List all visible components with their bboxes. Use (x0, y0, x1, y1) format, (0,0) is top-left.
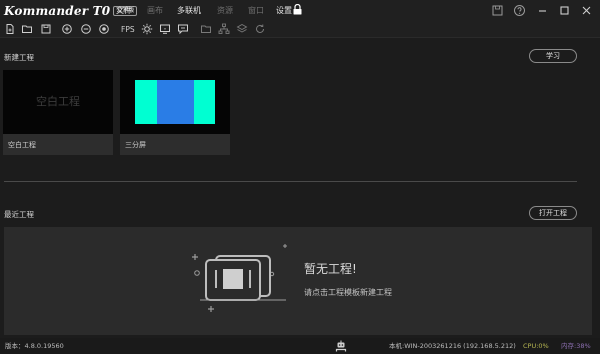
three-split-preview (135, 80, 215, 124)
template-card-blank[interactable]: 空白工程 空白工程 (3, 70, 113, 155)
menu-settings[interactable]: 设置 (276, 0, 292, 22)
empty-projects-illustration (192, 244, 287, 312)
screen-icon[interactable] (159, 23, 171, 35)
template-label: 三分屏 (125, 141, 146, 149)
save-icon[interactable] (40, 23, 52, 35)
section-divider (4, 181, 577, 182)
open-folder-icon[interactable] (21, 23, 33, 35)
empty-state-subtitle: 请点击工程模板新建工程 (304, 288, 392, 297)
menu-resources[interactable]: 资源 (217, 0, 233, 22)
split-right (194, 80, 215, 124)
menu-multi-link[interactable]: 多联机 (177, 0, 201, 22)
message-icon[interactable] (177, 23, 189, 35)
template-thumbnail: 空白工程 (3, 70, 113, 134)
host-info: 本机:WIN-2003261216 (192.168.5.212) (389, 342, 516, 350)
maximize-icon[interactable] (558, 4, 571, 17)
menu-window[interactable]: 窗口 (248, 0, 264, 22)
fps-button[interactable]: FPS (121, 22, 135, 37)
help-icon[interactable] (513, 4, 526, 17)
refresh-icon[interactable] (254, 23, 266, 35)
minimize-icon[interactable] (536, 4, 549, 17)
template-thumbnail (120, 70, 230, 134)
menu-file[interactable]: 文件 (116, 0, 132, 22)
learn-button[interactable]: 学习 (529, 49, 577, 63)
recent-projects-panel (4, 227, 592, 335)
recent-projects-title: 最近工程 (4, 210, 34, 219)
split-left (135, 80, 157, 124)
menu-canvas[interactable]: 画布 (147, 0, 163, 22)
close-icon[interactable] (580, 4, 593, 17)
zoom-in-icon[interactable] (61, 23, 73, 35)
empty-state-title: 暂无工程! (304, 262, 357, 276)
robot-icon[interactable] (335, 340, 347, 352)
status-bar: 版本：4.8.0.19560 本机:WIN-2003261216 (192.16… (0, 338, 600, 354)
zoom-out-icon[interactable] (80, 23, 92, 35)
cpu-usage: CPU:0% (523, 342, 549, 350)
version-text: 版本：4.8.0.19560 (5, 342, 64, 350)
new-file-icon[interactable] (4, 23, 16, 35)
template-card-three-split[interactable]: 三分屏 (120, 70, 230, 155)
layers-icon[interactable] (236, 23, 248, 35)
network-icon[interactable] (218, 23, 230, 35)
template-label: 空白工程 (8, 141, 36, 149)
brightness-icon[interactable] (141, 23, 153, 35)
new-project-title: 新建工程 (4, 53, 34, 62)
fit-icon[interactable] (98, 23, 110, 35)
memory-usage: 内存:38% (561, 342, 591, 350)
save-window-icon[interactable] (491, 4, 504, 17)
toolbar: FPS (0, 22, 600, 38)
template-thumbnail-text: 空白工程 (36, 95, 80, 108)
split-center (157, 80, 194, 124)
lock-icon[interactable] (293, 4, 302, 15)
folder-icon[interactable] (200, 23, 212, 35)
logo-text: Kommander T0 (4, 4, 111, 18)
open-project-button[interactable]: 打开工程 (529, 206, 577, 220)
title-bar: Kommander T0 公测版 文件 画布 多联机 资源 窗口 设置 (0, 0, 600, 22)
